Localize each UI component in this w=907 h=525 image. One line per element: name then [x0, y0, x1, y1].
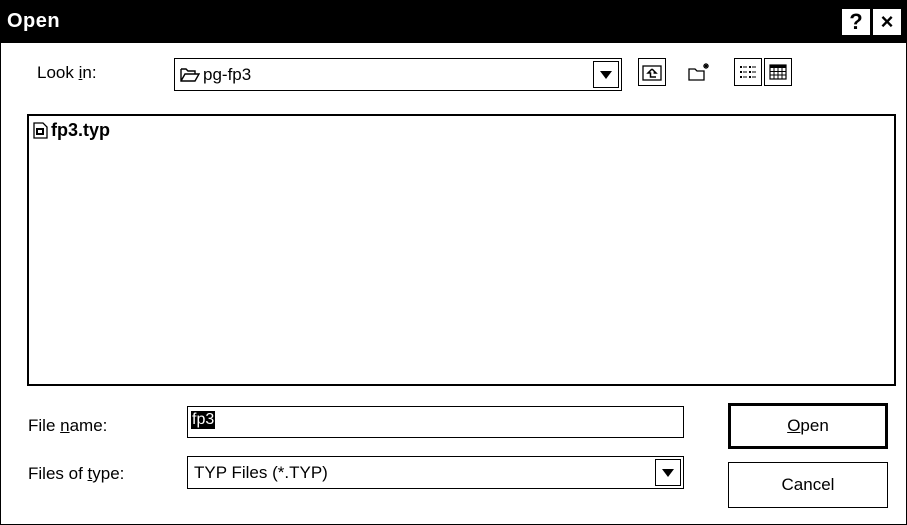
folder-open-icon: [180, 66, 201, 88]
file-type-value: TYP Files (*.TYP): [194, 462, 328, 482]
new-folder-button[interactable]: [685, 58, 713, 86]
details-view-button[interactable]: [764, 58, 792, 86]
open-button-label: Open: [787, 416, 829, 435]
help-icon: ?: [849, 9, 863, 34]
file-name-value: fp3: [191, 411, 216, 429]
file-name-input[interactable]: fp3: [187, 406, 684, 438]
up-one-level-icon: [642, 65, 662, 81]
file-type-combo[interactable]: TYP Files (*.TYP): [187, 456, 684, 489]
cancel-button-label: Cancel: [781, 475, 835, 494]
document-icon: [33, 122, 48, 139]
list-view-button[interactable]: [734, 58, 762, 86]
details-view-icon: [769, 64, 787, 80]
look-in-dropdown-button[interactable]: [593, 61, 619, 88]
close-button[interactable]: ×: [872, 8, 902, 36]
look-in-value: pg-fp3: [203, 64, 252, 84]
file-type-label: Files of type:: [28, 464, 125, 483]
close-icon: ×: [880, 9, 894, 34]
up-one-level-button[interactable]: [638, 58, 666, 86]
look-in-label: Look in:: [37, 63, 97, 82]
help-button[interactable]: ?: [841, 8, 871, 36]
file-list[interactable]: fp3.typ: [27, 114, 896, 386]
file-type-dropdown-button[interactable]: [655, 459, 681, 486]
open-dialog: Open ? × Look in: pg-fp3 fp3.typ File na…: [0, 0, 907, 525]
list-view-icon: [740, 66, 756, 78]
chevron-down-icon: [662, 468, 674, 477]
open-button[interactable]: Open: [728, 403, 888, 449]
cancel-button[interactable]: Cancel: [728, 462, 888, 508]
title-bar: Open ? ×: [1, 1, 906, 43]
new-folder-icon: [688, 63, 709, 81]
look-in-combo[interactable]: pg-fp3: [174, 58, 622, 91]
list-item[interactable]: fp3.typ: [33, 120, 110, 141]
window-title: Open: [7, 10, 61, 32]
chevron-down-icon: [600, 70, 612, 79]
file-name-label: File name:: [28, 416, 108, 435]
file-name-label: fp3.typ: [51, 120, 111, 140]
